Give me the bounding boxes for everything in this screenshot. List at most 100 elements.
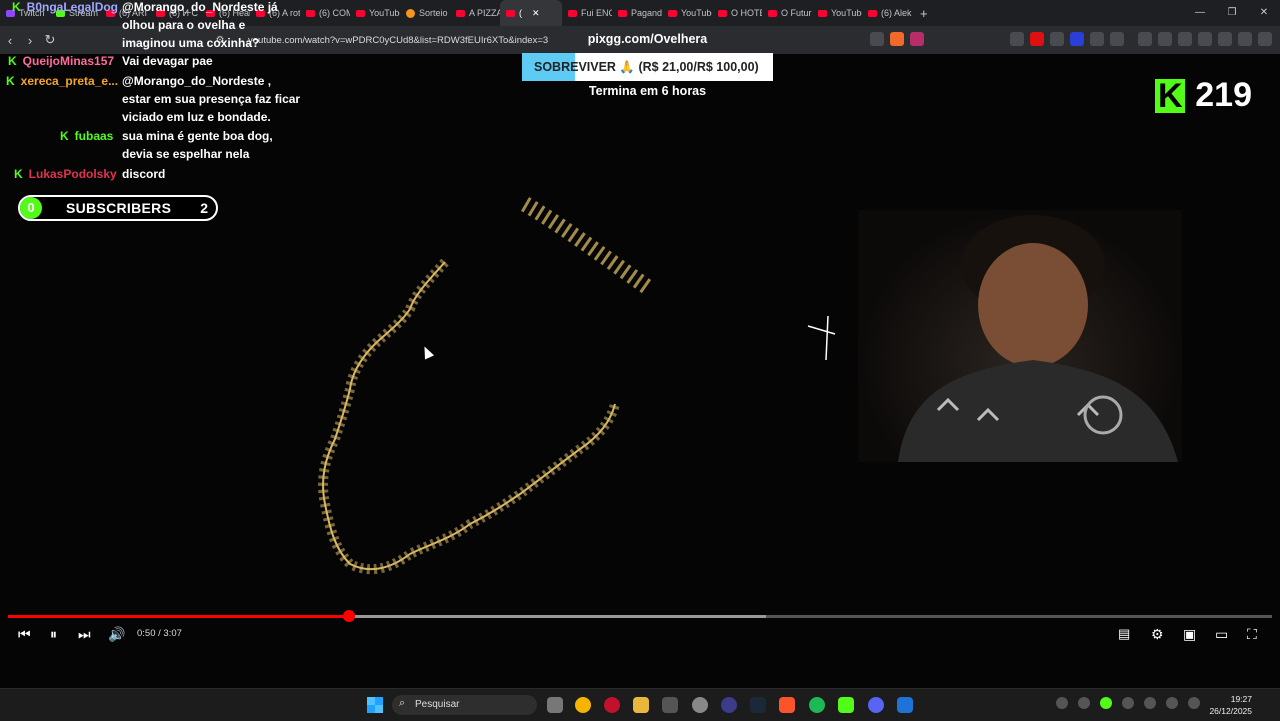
vpn-icon[interactable] <box>1238 32 1252 46</box>
extension-icon[interactable] <box>1010 32 1024 46</box>
app-icon[interactable] <box>721 697 737 713</box>
chevron-up-icon[interactable] <box>1056 697 1068 709</box>
progress-bar[interactable] <box>8 610 1272 622</box>
volume-icon[interactable]: 🔊 <box>108 622 125 646</box>
browser-tab[interactable]: O HOTE <box>712 0 762 26</box>
extension-icon[interactable] <box>1070 32 1084 46</box>
maximize-icon[interactable]: ❐ <box>1216 0 1248 26</box>
youtube-icon <box>718 9 727 17</box>
player-controls: ⏮ ⏸ ⏭ 🔊 0:50 / 3:07 ▤ ⚙ ▣ ▭ ⛶ <box>0 622 1280 646</box>
steam-icon[interactable] <box>750 697 766 713</box>
extensions-toolbar <box>870 32 1272 46</box>
youtube-icon <box>356 9 365 17</box>
tab-label: (6) COM <box>319 8 350 18</box>
browser-tab[interactable]: A PIZZA <box>450 0 500 26</box>
subtitles-icon[interactable]: ▤ <box>1118 622 1130 646</box>
pointer-mark <box>807 315 836 361</box>
forward-icon[interactable]: › <box>20 33 40 48</box>
settings-icon[interactable]: ⚙ <box>1151 622 1164 646</box>
orange-icon <box>406 8 415 18</box>
next-icon[interactable]: ⏭ <box>78 622 91 646</box>
taskbar-clock[interactable]: 19:27 26/12/2025 <box>1209 693 1252 717</box>
browser-tab[interactable]: YouTube <box>662 0 712 26</box>
close-tab-icon[interactable]: ✕ <box>532 8 540 19</box>
fullscreen-icon[interactable]: ⛶ <box>1247 622 1257 646</box>
browser-tab[interactable]: Pagand <box>612 0 662 26</box>
tab-label: O HOTE <box>731 8 762 18</box>
reload-icon[interactable]: ↻ <box>40 32 60 48</box>
browser-tab[interactable]: YouTube <box>812 0 862 26</box>
leo-icon[interactable] <box>1218 32 1232 46</box>
sidebar-icon[interactable] <box>1158 32 1172 46</box>
tab-label: Fui ENG <box>581 8 612 18</box>
wallet-icon[interactable] <box>1178 32 1192 46</box>
discord-icon[interactable] <box>868 697 884 713</box>
browser-tab[interactable]: (6) COM <box>300 0 350 26</box>
music-icon[interactable] <box>1138 32 1152 46</box>
extension-icon[interactable] <box>1050 32 1064 46</box>
pause-icon[interactable]: ⏸ <box>50 622 57 646</box>
task-view-icon[interactable] <box>547 697 563 713</box>
new-tab-button[interactable]: + <box>912 6 936 21</box>
tab-label: Sorteio <box>419 8 448 18</box>
spotify-icon[interactable] <box>809 697 825 713</box>
back-icon[interactable]: ‹ <box>0 33 20 48</box>
extension-icon[interactable] <box>1110 32 1124 46</box>
menu-icon[interactable] <box>1258 32 1272 46</box>
youtube-icon <box>568 9 577 17</box>
rewards-icon[interactable] <box>910 32 924 46</box>
system-tray <box>1056 697 1200 709</box>
scrubber-handle[interactable] <box>343 610 356 622</box>
tray-app-icon[interactable] <box>1078 697 1090 709</box>
browser-tab[interactable]: Sorteio <box>400 0 450 26</box>
network-icon[interactable] <box>1188 697 1200 709</box>
theater-mode-icon[interactable]: ▭ <box>1215 622 1228 646</box>
youtube-icon <box>668 9 677 17</box>
browser-tab[interactable]: (✕ <box>500 0 562 26</box>
app-icon[interactable] <box>692 697 708 713</box>
previous-icon[interactable]: ⏮ <box>18 622 31 646</box>
share-icon[interactable] <box>870 32 884 46</box>
close-window-icon[interactable]: ✕ <box>1248 0 1280 26</box>
brave-shield-icon[interactable] <box>890 32 904 46</box>
tab-label: YouTube <box>369 8 400 18</box>
chrome-icon[interactable] <box>575 697 591 713</box>
extension-icon[interactable] <box>1030 32 1044 46</box>
tab-label: YouTube <box>681 8 712 18</box>
extension-icon[interactable] <box>1090 32 1104 46</box>
browser-tab[interactable]: O Futur <box>762 0 812 26</box>
miniplayer-icon[interactable]: ▣ <box>1183 622 1196 646</box>
tray-app-icon[interactable] <box>1100 697 1112 709</box>
opera-icon[interactable] <box>604 697 620 713</box>
file-explorer-icon[interactable] <box>633 697 649 713</box>
download-icon[interactable] <box>1198 32 1212 46</box>
chat-message: K B0ngaLegalDog <box>12 0 124 16</box>
tab-label: A PIZZA <box>469 8 500 18</box>
youtube-icon <box>768 9 777 17</box>
browser-tab[interactable]: YouTube <box>350 0 400 26</box>
app-icon[interactable] <box>662 697 678 713</box>
kick-icon: K <box>12 0 21 14</box>
youtube-icon <box>306 9 315 17</box>
browser-tab[interactable]: Fui ENG <box>562 0 612 26</box>
tray-app-icon[interactable] <box>1144 697 1156 709</box>
youtube-icon <box>818 9 827 17</box>
app-icon[interactable] <box>897 697 913 713</box>
youtube-icon <box>868 9 877 17</box>
minimize-icon[interactable]: — <box>1184 0 1216 26</box>
tray-app-icon[interactable] <box>1122 697 1134 709</box>
microphone-icon[interactable] <box>1166 697 1178 709</box>
browser-tab[interactable]: (6) Alek <box>862 0 912 26</box>
youtube-icon <box>618 9 627 17</box>
brave-icon[interactable] <box>779 697 795 713</box>
taskbar: Pesquisar ⌕ 19:27 26/12/2025 <box>0 688 1280 721</box>
taskbar-search[interactable]: Pesquisar <box>392 695 537 715</box>
played-bar <box>8 615 350 618</box>
kick-icon[interactable] <box>838 697 854 713</box>
video-player[interactable]: K B0ngaLegalDog @Morango_do_Nordeste já o… <box>0 0 1280 688</box>
dna-fragment <box>521 197 655 296</box>
tab-label: O Futur <box>781 8 812 18</box>
tab-label: Pagand <box>631 8 662 18</box>
windows-start-icon[interactable] <box>367 697 383 713</box>
tab-label: (6) Alek <box>881 8 912 18</box>
